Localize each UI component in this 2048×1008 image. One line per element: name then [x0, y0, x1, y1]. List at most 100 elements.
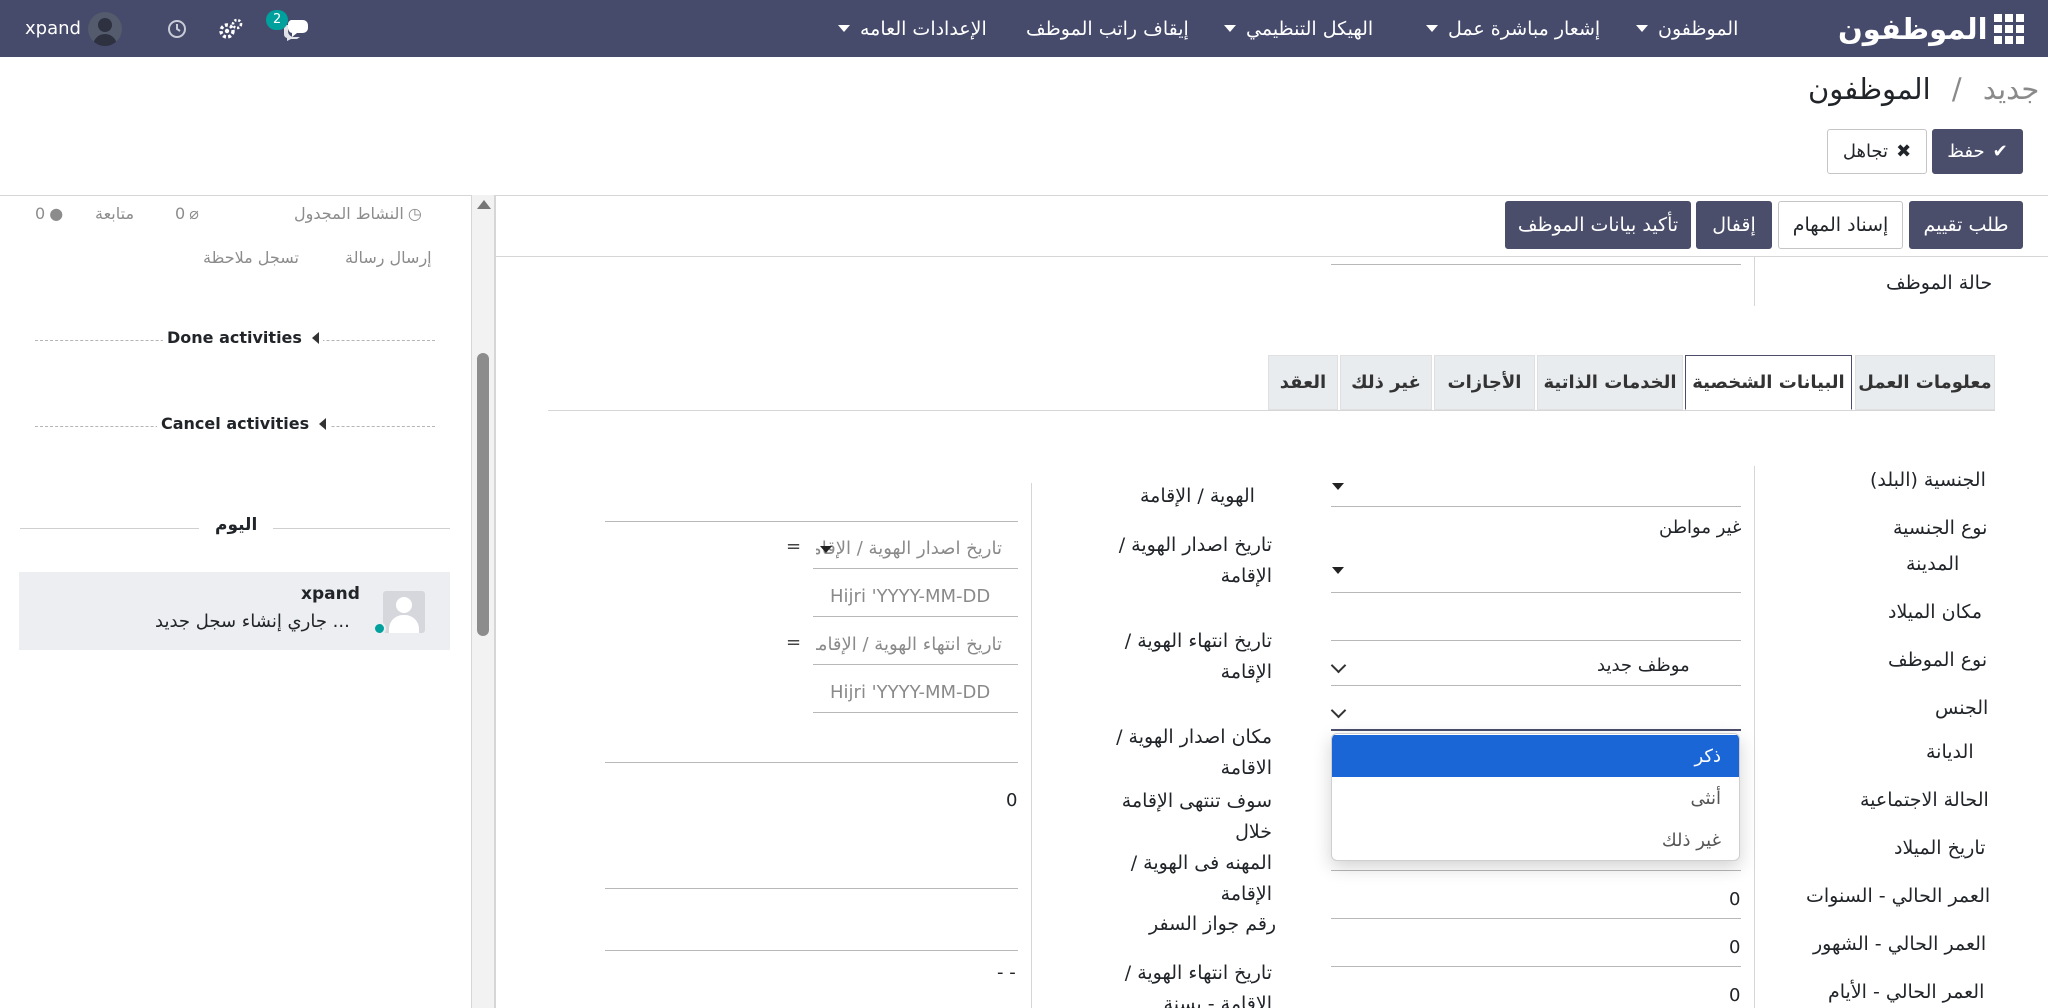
passport-no-label: رقم جواز السفر [1149, 913, 1277, 935]
chevron-down-icon[interactable] [820, 546, 832, 553]
online-status-icon [373, 622, 386, 635]
request-evaluation-button[interactable]: طلب تقييم [1909, 201, 2023, 249]
city-field[interactable] [1331, 592, 1741, 593]
breadcrumb: جديد / الموظفون [1808, 72, 2039, 106]
group-divider [1754, 256, 1755, 306]
followers-button[interactable]: 0 ● [35, 204, 63, 223]
id-residence-label: الهوية / الإقامة [1140, 485, 1255, 507]
age-years-value: 0 [1729, 889, 1741, 910]
avatar [383, 591, 425, 633]
employee-status-label: حالة الموظف [1886, 272, 1993, 294]
breadcrumb-parent[interactable]: الموظفون [1808, 72, 1931, 106]
breadcrumb-separator: / [1951, 72, 1962, 106]
menu-employees[interactable]: الموظفون [1636, 0, 1738, 57]
birth-place-field[interactable] [1331, 640, 1741, 641]
debug-menu[interactable] [218, 0, 244, 57]
menu-label: إيقاف راتب الموظف [1026, 17, 1189, 40]
log-note-button[interactable]: تسجل ملاحظة [203, 248, 299, 267]
menu-general-settings[interactable]: الإعدادات العامه [838, 0, 987, 57]
messages-count-badge: 2 [266, 10, 289, 30]
done-activities-toggle[interactable]: Done activities [163, 328, 323, 347]
gender-option-female[interactable]: أنثى [1332, 777, 1739, 819]
confirm-employee-button[interactable]: تأكيد بيانات الموظف [1505, 201, 1691, 249]
paperclip-icon: ⌀ [189, 204, 199, 223]
menu-label: إشعار مباشرة عمل [1448, 17, 1601, 40]
lock-button[interactable]: إقفال [1696, 201, 1772, 249]
attachments-button[interactable]: 0 ⌀ [175, 204, 199, 223]
chevron-down-icon[interactable] [1332, 567, 1344, 574]
tab-leaves[interactable]: الأجازات [1434, 355, 1535, 410]
menu-org-structure[interactable]: الهيكل التنظيمي [1224, 0, 1373, 57]
app-title[interactable]: الموظفون [1838, 0, 1988, 57]
top-navbar: الموظفون الموظفون إشعار مباشرة عمل الهيك… [0, 0, 2048, 57]
menu-label: الإعدادات العامه [860, 17, 987, 40]
id-expiry-date-label: تاريخ انتهاء الهوية / الإقامة [1124, 630, 1272, 683]
tab-contract[interactable]: العقد [1268, 355, 1338, 410]
cancel-activities-toggle[interactable]: Cancel activities [157, 414, 331, 433]
id-expiry-date-field[interactable] [813, 664, 1018, 665]
nationality-type-value[interactable]: غير مواطن [1659, 517, 1741, 538]
employee-type-field[interactable] [1331, 685, 1741, 686]
discard-button[interactable]: تجاهل ✖ [1827, 129, 1927, 174]
tab-personal-data[interactable]: البيانات الشخصية [1685, 355, 1852, 410]
id-issue-place-field[interactable] [605, 762, 1018, 763]
birth-date-label: تاريخ الميلاد [1894, 837, 1986, 859]
nationality-field[interactable] [1331, 506, 1741, 507]
gender-select[interactable] [1331, 729, 1741, 731]
tabs-divider [548, 410, 1995, 411]
apps-menu-icon[interactable] [1994, 0, 2024, 57]
message-author[interactable]: xpand [301, 584, 360, 604]
today-label: اليوم [199, 515, 274, 535]
gender-option-other[interactable]: غير ذلك [1332, 819, 1739, 860]
menu-stop-salary[interactable]: إيقاف راتب الموظف [1026, 0, 1189, 57]
control-panel-divider [0, 195, 2048, 196]
chevron-down-icon[interactable] [1330, 702, 1347, 719]
chevron-down-icon [838, 25, 850, 32]
chevron-down-icon[interactable] [1332, 483, 1344, 490]
follow-button[interactable]: متابعة [95, 204, 134, 223]
discard-label: تجاهل [1842, 141, 1889, 162]
employee-status-field[interactable] [1331, 264, 1741, 265]
tab-work-info[interactable]: معلومات العمل [1855, 355, 1995, 410]
messaging-menu[interactable] [282, 0, 312, 57]
id-expiry-date-input[interactable]: تاريخ انتهاء الهوية / الإقامة [816, 634, 1002, 655]
tab-other[interactable]: غير ذلك [1340, 355, 1432, 410]
id-profession-field[interactable] [605, 888, 1018, 889]
user-menu[interactable] [88, 0, 122, 57]
tab-self-services[interactable]: الخدمات الذاتية [1537, 355, 1683, 410]
scroll-up-icon[interactable] [477, 200, 491, 209]
birth-date-field[interactable] [1331, 870, 1741, 871]
scrollbar-thumb[interactable] [477, 353, 489, 636]
equals-icon[interactable]: = [786, 632, 801, 653]
user-name[interactable]: xpand [25, 0, 81, 57]
activity-menu[interactable] [166, 0, 188, 57]
id-expiry-hijri-field[interactable] [813, 712, 1018, 713]
chevron-down-icon[interactable] [1330, 657, 1347, 674]
id-residence-field[interactable] [605, 521, 1018, 522]
city-label: المدينة [1906, 553, 1960, 575]
id-issue-hijri-field[interactable] [813, 616, 1018, 617]
scheduled-activity-button[interactable]: النشاط المجدول ◷ [294, 204, 422, 223]
employee-type-label: نوع الموظف [1888, 649, 1988, 671]
passport-no-field[interactable] [605, 950, 1018, 951]
id-issue-date-field[interactable] [813, 568, 1018, 569]
save-button[interactable]: حفظ ✔ [1932, 129, 2023, 174]
menu-work-start-notice[interactable]: إشعار مباشرة عمل [1426, 0, 1600, 57]
gender-dropdown[interactable]: ذكر أنثى غير ذلك [1331, 733, 1740, 861]
id-issue-hijri-input[interactable]: Hijri 'YYYY-MM-DD [830, 586, 990, 607]
age-days-value: 0 [1729, 985, 1741, 1006]
id-issue-place-label: مكان اصدار الهوية / الاقامة [1116, 726, 1272, 779]
cancel-activities-label: Cancel activities [161, 414, 310, 433]
gender-option-male[interactable]: ذكر [1332, 735, 1739, 777]
id-issue-date-label: تاريخ اصدار الهوية / الإقامة [1118, 534, 1272, 587]
avatar [88, 11, 122, 46]
chevron-down-icon [1636, 25, 1648, 32]
id-expiry-hijri-input[interactable]: Hijri 'YYYY-MM-DD [830, 682, 990, 703]
id-issue-date-input[interactable]: تاريخ اصدار الهوية / الإقامة [816, 538, 1002, 559]
employee-type-value[interactable]: موظف جديد [1597, 655, 1690, 676]
assign-tasks-button[interactable]: إسناد المهام [1778, 201, 1903, 249]
chevron-down-icon [1426, 25, 1438, 32]
equals-icon[interactable]: = [786, 536, 801, 557]
id-expiry-date-year-value: - - [997, 962, 1016, 983]
send-message-button[interactable]: إرسال رسالة [345, 248, 432, 267]
